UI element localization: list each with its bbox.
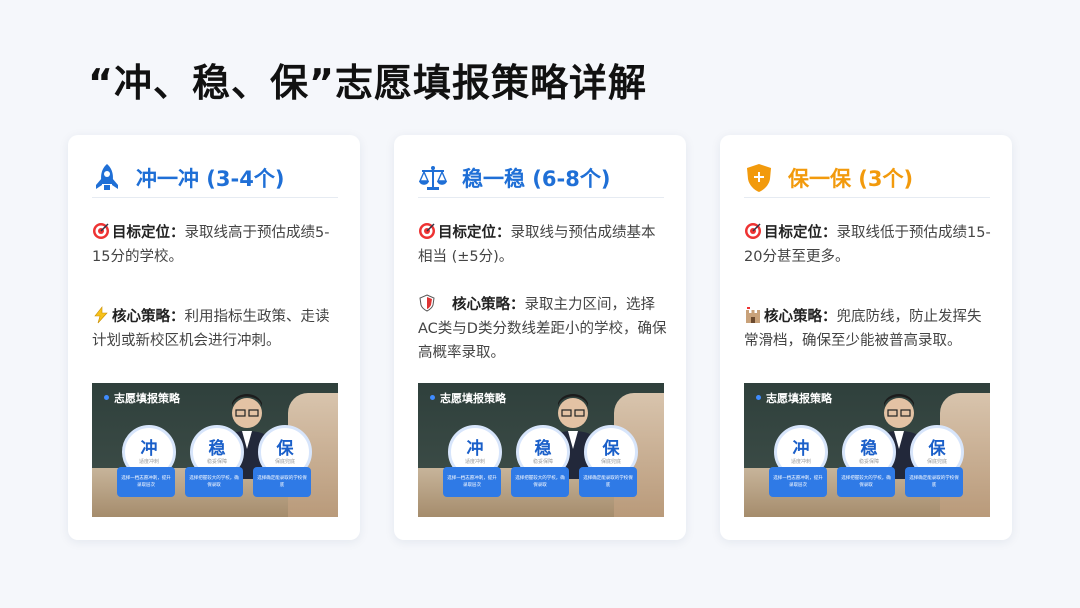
circle-sub: 稳妥保障 — [858, 458, 879, 465]
target-paragraph: 目标定位：录取线高于预估成绩5-15分的学校。 — [92, 221, 342, 269]
pill-note: 选择把握较大的学校，确保录取 — [185, 467, 243, 497]
circle-sub: 保底兜底 — [926, 458, 947, 465]
scale-icon — [418, 163, 448, 193]
target-label: 目标定位： — [438, 225, 511, 241]
strategy-paragraph: 核心策略：兜底防线，防止发挥失常滑档，确保至少能被普高录取。 — [744, 305, 994, 353]
circle-label: 冲 — [140, 438, 158, 459]
card-chong: 冲一冲 (3-4个) 目标定位：录取线高于预估成绩5-15分的学校。 核心策略：… — [68, 135, 360, 540]
strategy-label: 核心策略： — [764, 309, 837, 325]
strategy-label: 核心策略： — [452, 297, 525, 313]
thumbnail-title: 志愿填报策略 — [756, 390, 832, 406]
strategy-thumbnail: 志愿填报策略 冲适度冲刺 稳稳妥保障 保保底兜底 选择一档志愿冲刺，提升录取层次… — [92, 383, 338, 517]
pill-note: 选择一档志愿冲刺，提升录取层次 — [769, 467, 827, 497]
circle-label: 保 — [928, 438, 946, 459]
shield-plus-icon — [744, 163, 774, 193]
strategy-thumbnail: 志愿填报策略 冲适度冲刺 稳稳妥保障 保保底兜底 选择一档志愿冲刺，提升录取层次… — [418, 383, 664, 517]
target-emoji — [745, 223, 761, 239]
circle-sub: 适度冲刺 — [138, 458, 159, 465]
shield-emoji — [419, 294, 435, 312]
card-header: 冲一冲 (3-4个) — [92, 159, 338, 198]
page-title: “冲、稳、保”志愿填报策略详解 — [88, 61, 647, 105]
card-header: 稳一稳 (6-8个) — [418, 159, 664, 198]
pill-note: 选择把握较大的学校，确保录取 — [511, 467, 569, 497]
lightning-emoji — [94, 306, 108, 324]
circle-label: 保 — [602, 438, 620, 459]
card-heading: 保一保 (3个) — [788, 167, 914, 191]
thumbnail-title: 志愿填报策略 — [104, 390, 180, 406]
pill-note: 选择一档志愿冲刺，提升录取层次 — [443, 467, 501, 497]
pill-note: 选择把握较大的学校，确保录取 — [837, 467, 895, 497]
circle-sub: 保底兜底 — [600, 458, 621, 465]
card-heading: 稳一稳 (6-8个) — [462, 167, 611, 191]
circle-label: 稳 — [208, 438, 226, 459]
strategy-paragraph: 核心策略：利用指标生政策、走读计划或新校区机会进行冲刺。 — [92, 305, 342, 353]
castle-emoji — [746, 307, 760, 323]
circle-sub: 适度冲刺 — [464, 458, 485, 465]
strategy-label: 核心策略： — [112, 309, 185, 325]
circle-label: 稳 — [534, 438, 552, 459]
card-wen: 稳一稳 (6-8个) 目标定位：录取线与预估成绩基本相当 (±5分)。 核心策略… — [394, 135, 686, 540]
target-label: 目标定位： — [764, 225, 837, 241]
card-bao: 保一保 (3个) 目标定位：录取线低于预估成绩15-20分甚至更多。 核心策略：… — [720, 135, 1012, 540]
target-emoji — [93, 223, 109, 239]
target-paragraph: 目标定位：录取线低于预估成绩15-20分甚至更多。 — [744, 221, 994, 269]
circle-sub: 保底兜底 — [274, 458, 295, 465]
target-emoji — [419, 223, 435, 239]
circle-sub: 适度冲刺 — [790, 458, 811, 465]
circle-sub: 稳妥保障 — [206, 458, 227, 465]
strategy-paragraph: 核心策略：录取主力区间，选择AC类与D类分数线差距小的学校，确保高概率录取。 — [418, 293, 668, 365]
pill-note: 选择一档志愿冲刺，提升录取层次 — [117, 467, 175, 497]
target-label: 目标定位： — [112, 225, 185, 241]
card-header: 保一保 (3个) — [744, 159, 990, 198]
pill-note: 选择确定能录取的学校保底 — [579, 467, 637, 497]
thumbnail-title: 志愿填报策略 — [430, 390, 506, 406]
circle-label: 冲 — [792, 438, 810, 459]
card-heading: 冲一冲 (3-4个) — [136, 167, 285, 191]
pill-note: 选择确定能录取的学校保底 — [905, 467, 963, 497]
circle-label: 保 — [276, 438, 294, 459]
circle-sub: 稳妥保障 — [532, 458, 553, 465]
target-paragraph: 目标定位：录取线与预估成绩基本相当 (±5分)。 — [418, 221, 668, 269]
strategy-thumbnail: 志愿填报策略 冲适度冲刺 稳稳妥保障 保保底兜底 选择一档志愿冲刺，提升录取层次… — [744, 383, 990, 517]
rocket-icon — [92, 163, 122, 193]
circle-label: 稳 — [860, 438, 878, 459]
circle-label: 冲 — [466, 438, 484, 459]
pill-note: 选择确定能录取的学校保底 — [253, 467, 311, 497]
